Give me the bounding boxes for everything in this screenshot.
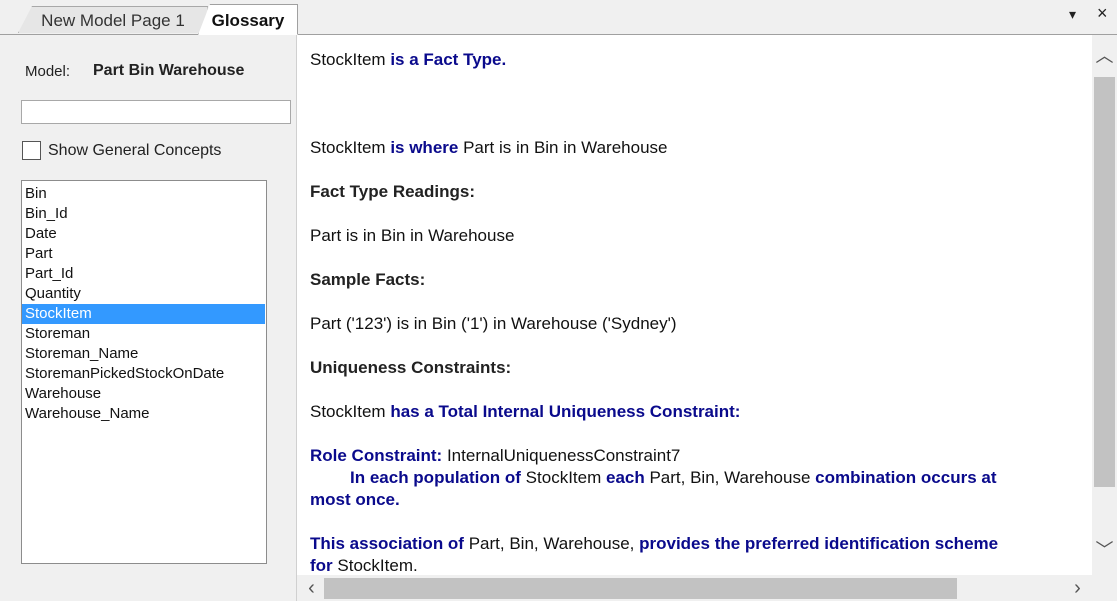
list-item[interactable]: StoremanPickedStockOnDate [22, 364, 266, 384]
show-general-concepts-checkbox[interactable] [22, 141, 41, 160]
show-general-concepts-label[interactable]: Show General Concepts [48, 142, 221, 160]
constraint-text-line1: In each population of StockItem each Par… [350, 468, 997, 487]
list-item[interactable]: Bin_Id [22, 204, 266, 224]
tab-bar: New Model Page 1 Glossary ▾ × [0, 0, 1117, 35]
list-item[interactable]: Storeman_Name [22, 344, 266, 364]
list-item[interactable]: Storeman [22, 324, 266, 344]
uniqueness-statement: StockItem has a Total Internal Uniquenes… [310, 402, 741, 421]
model-name: Part Bin Warehouse [93, 62, 245, 79]
scroll-right-icon[interactable]: › [1065, 578, 1090, 598]
list-item[interactable]: Bin [22, 184, 266, 204]
close-icon[interactable]: × [1097, 3, 1108, 24]
concept-list[interactable]: Bin Bin_Id Date Part Part_Id Quantity St… [21, 180, 267, 564]
horizontal-scrollbar[interactable]: ‹ › [297, 575, 1092, 601]
search-input[interactable] [21, 100, 291, 124]
uniqueness-heading: Uniqueness Constraints: [310, 358, 512, 377]
constraint-text-line2: most once. [310, 490, 400, 509]
list-item[interactable]: Warehouse_Name [22, 404, 266, 424]
glossary-sidebar: Model: Part Bin Warehouse Show General C… [0, 35, 297, 601]
list-item[interactable]: Date [22, 224, 266, 244]
list-item[interactable]: Part_Id [22, 264, 266, 284]
list-item[interactable]: Warehouse [22, 384, 266, 404]
list-item-selected[interactable]: StockItem [22, 304, 265, 324]
sample-fact: Part ('123') is in Bin ('1') in Warehous… [310, 314, 677, 333]
samples-heading: Sample Facts: [310, 270, 426, 289]
readings-heading: Fact Type Readings: [310, 182, 475, 201]
chevron-down-icon[interactable]: ▾ [1069, 6, 1076, 23]
scroll-left-icon[interactable]: ‹ [299, 578, 324, 598]
list-item[interactable]: Part [22, 244, 266, 264]
scroll-up-icon[interactable]: ︿ [1092, 47, 1117, 65]
role-constraint: Role Constraint: InternalUniquenessConst… [310, 446, 681, 465]
reading-text: Part is in Bin in Warehouse [310, 226, 515, 245]
tab-glossary[interactable]: Glossary [198, 4, 298, 35]
vertical-scrollbar[interactable]: ︿ ﹀ [1092, 35, 1117, 575]
scroll-down-icon[interactable]: ﹀ [1092, 541, 1117, 559]
list-item[interactable]: Quantity [22, 284, 266, 304]
tab-new-model-page-1[interactable]: New Model Page 1 [18, 6, 208, 33]
vertical-scroll-thumb[interactable] [1094, 77, 1115, 487]
identification-line2: for StockItem. [310, 556, 418, 575]
model-label: Model: [25, 63, 71, 80]
glossary-content: StockItem is a Fact Type. StockItem is w… [297, 35, 1092, 575]
identification-line1: This association of Part, Bin, Warehouse… [310, 534, 999, 553]
fact-type-heading: StockItem is a Fact Type. [310, 50, 507, 69]
horizontal-scroll-thumb[interactable] [324, 578, 957, 599]
fact-type-definition: StockItem is where Part is in Bin in War… [310, 138, 668, 157]
